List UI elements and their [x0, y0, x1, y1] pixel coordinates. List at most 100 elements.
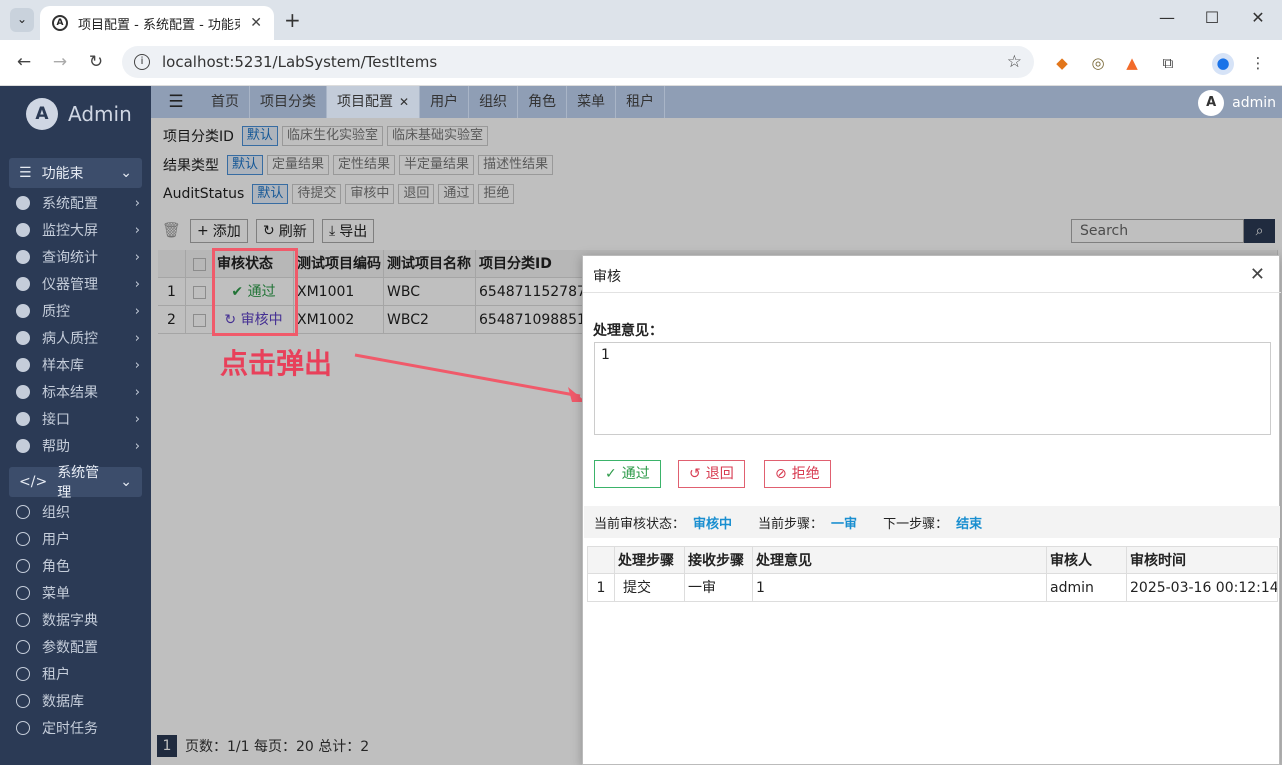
metamask-extension-icon[interactable]: ◆	[1052, 53, 1072, 73]
opinion-label: 处理意见：	[593, 323, 663, 339]
hamburger-icon[interactable]: ☰	[151, 86, 201, 118]
circle-icon	[16, 196, 30, 210]
tab-test-items[interactable]: 项目配置 ✕	[327, 86, 421, 118]
ban-icon: ⊘	[775, 466, 787, 482]
avatar: A	[1198, 90, 1225, 116]
sidebar-item[interactable]: 系统配置 ›	[16, 190, 140, 216]
sidebar-item[interactable]: 样本库 ›	[16, 352, 140, 378]
browser-tab[interactable]: A 项目配置 - 系统配置 - 功能束 ✕	[40, 6, 274, 40]
tab-label: 菜单	[577, 94, 606, 110]
circle-outline-icon	[16, 721, 30, 735]
group-label: 系统管理	[57, 465, 100, 501]
circle-outline-icon	[16, 613, 30, 627]
tab-roles[interactable]: 角色	[518, 86, 568, 118]
window-close-icon[interactable]: ✕	[1243, 8, 1273, 27]
circle-icon	[16, 223, 30, 237]
sidebar-item-label: 监控大屏	[42, 223, 98, 239]
sidebar-item[interactable]: 接口 ›	[16, 406, 140, 432]
profile-icon[interactable]: ●	[1212, 53, 1234, 75]
chevron-right-icon: ›	[134, 222, 140, 238]
tab-title: 项目配置 - 系统配置 - 功能束	[78, 17, 241, 33]
circle-outline-icon	[16, 559, 30, 573]
sidebar-item[interactable]: 数据库	[16, 688, 140, 714]
pass-button[interactable]: ✓ 通过	[594, 460, 661, 488]
chevron-right-icon: ›	[134, 303, 140, 319]
back-icon[interactable]: ←	[12, 52, 36, 72]
table-cell: 2025-03-16 00:12:14	[1127, 574, 1278, 602]
sidebar-item[interactable]: 租户	[16, 661, 140, 687]
forward-icon[interactable]: →	[48, 52, 72, 72]
opinion-textarea[interactable]: 1	[594, 342, 1271, 435]
table-cell: 1	[753, 574, 1047, 602]
circle-icon	[16, 331, 30, 345]
sidebar-item-label: 样本库	[42, 358, 84, 374]
tab-label: 项目分类	[260, 94, 316, 110]
sidebar-item[interactable]: 病人质控 ›	[16, 325, 140, 351]
circle-icon	[16, 277, 30, 291]
url-field[interactable]: i localhost:5231/LabSystem/TestItems ☆	[122, 46, 1034, 78]
tab-close-icon[interactable]: ✕	[399, 95, 409, 109]
group-label: 功能束	[41, 166, 84, 182]
audit-status-bar: 当前审核状态： 审核中 当前步骤： 一审 下一步骤： 结束	[584, 506, 1280, 538]
table-header-rownum	[587, 546, 615, 574]
circle-outline-icon	[16, 586, 30, 600]
sidebar-item[interactable]: 角色	[16, 553, 140, 579]
user-menu[interactable]: A admin	[1198, 90, 1276, 116]
new-tab-icon[interactable]: +	[284, 8, 301, 32]
sidebar-item[interactable]: 用户	[16, 526, 140, 552]
menu-list-icon: ☰	[19, 165, 32, 181]
sidebar-item[interactable]: 查询统计 ›	[16, 244, 140, 270]
sidebar-item[interactable]: 定时任务	[16, 715, 140, 741]
sidebar-item[interactable]: 组织	[16, 499, 140, 525]
sidebar-item[interactable]: 标本结果 ›	[16, 379, 140, 405]
code-icon: </>	[19, 474, 48, 490]
address-bar-row: ← → ↻ i localhost:5231/LabSystem/TestIte…	[0, 40, 1282, 86]
tab-tenant[interactable]: 租户	[616, 86, 666, 118]
return-button[interactable]: ↺ 退回	[678, 460, 745, 488]
maximize-icon[interactable]: ☐	[1197, 8, 1227, 27]
sidebar-item[interactable]: 菜单	[16, 580, 140, 606]
tab-users[interactable]: 用户	[420, 86, 470, 118]
sidebar-item-label: 标本结果	[42, 385, 98, 401]
reload-icon[interactable]: ↻	[84, 52, 108, 72]
more-menu-icon[interactable]: ⋮	[1248, 53, 1268, 73]
minimize-icon[interactable]: —	[1152, 8, 1182, 27]
sidebar-item[interactable]: 帮助 ›	[16, 433, 140, 459]
close-icon[interactable]: ✕	[1250, 264, 1265, 285]
sidebar-item[interactable]: 质控 ›	[16, 298, 140, 324]
reject-button[interactable]: ⊘ 拒绝	[764, 460, 831, 488]
reject-label: 拒绝	[791, 466, 820, 482]
tab-search-dropdown-icon[interactable]: ⌄	[10, 8, 34, 32]
sidebar-item[interactable]: 参数配置	[16, 634, 140, 660]
circle-icon	[16, 358, 30, 372]
sidebar-group-system[interactable]: </> 系统管理 ⌄	[9, 465, 142, 501]
tab-category[interactable]: 项目分类	[250, 86, 327, 118]
circle-outline-icon	[16, 532, 30, 546]
brand-logo: A Admin	[26, 98, 132, 130]
tab-label: 项目配置	[337, 94, 393, 110]
sidebar-item[interactable]: 仪器管理 ›	[16, 271, 140, 297]
sidebar-item[interactable]: 监控大屏 ›	[16, 217, 140, 243]
brand-name: Admin	[68, 102, 132, 126]
bookmark-star-icon[interactable]: ☆	[1007, 52, 1022, 72]
table-header: 审核人	[1047, 546, 1127, 574]
extensions-puzzle-icon[interactable]: ⧉	[1158, 53, 1178, 73]
extension-icon[interactable]: ◎	[1088, 53, 1108, 73]
sidebar-item-label: 用户	[42, 532, 70, 548]
tab-home[interactable]: 首页	[201, 86, 250, 118]
sidebar-item-label: 数据字典	[42, 613, 98, 629]
chevron-right-icon: ›	[134, 249, 140, 265]
tab-menu[interactable]: 菜单	[567, 86, 617, 118]
tab-close-icon[interactable]: ✕	[250, 15, 262, 31]
tab-org[interactable]: 组织	[469, 86, 519, 118]
extension-icon[interactable]: ▲	[1122, 53, 1142, 73]
sidebar-group-func[interactable]: ☰ 功能束 ⌄	[9, 158, 142, 188]
chevron-right-icon: ›	[134, 330, 140, 346]
chevron-down-icon: ⌄	[120, 474, 132, 490]
chevron-right-icon: ›	[134, 384, 140, 400]
circle-outline-icon	[16, 640, 30, 654]
site-info-icon[interactable]: i	[134, 54, 150, 70]
username: admin	[1232, 95, 1276, 111]
sidebar-item[interactable]: 数据字典	[16, 607, 140, 633]
sidebar-item-label: 租户	[42, 667, 70, 683]
